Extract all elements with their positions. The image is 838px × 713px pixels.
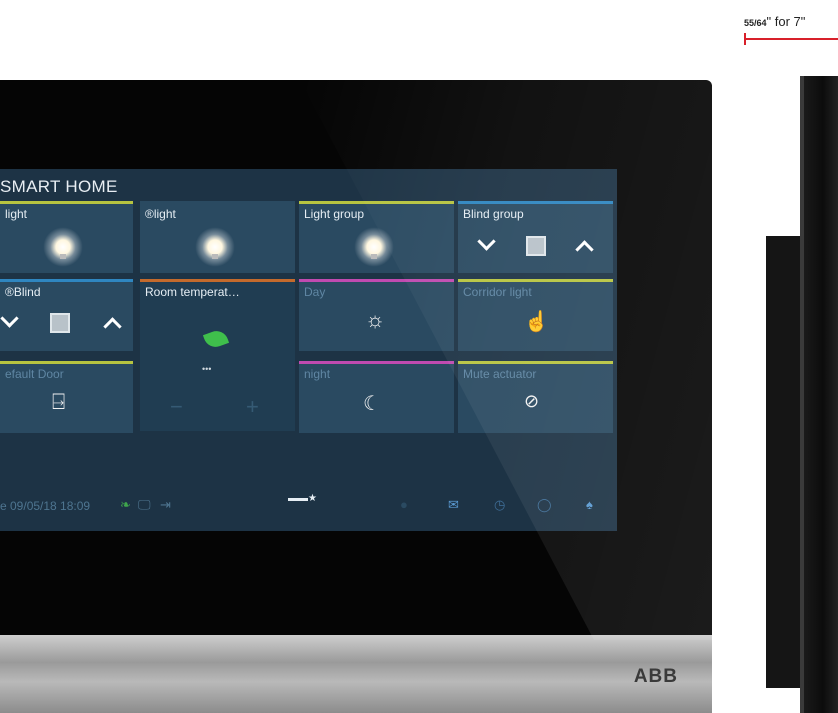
minus-button[interactable]: − — [170, 394, 183, 420]
login-icon[interactable]: ⇥ — [160, 497, 171, 513]
tile-bar — [0, 361, 133, 364]
tile-bar — [299, 201, 454, 204]
touch-panel-device: SMART HOME light ®light Light group Blin… — [0, 80, 712, 713]
dimension-fraction: 55/64 — [744, 18, 767, 28]
tile-light[interactable]: light — [0, 201, 133, 273]
side-profile-edge — [800, 76, 804, 713]
steel-bezel — [0, 635, 712, 713]
dimension-line — [744, 38, 838, 40]
mail-icon[interactable]: ✉ — [448, 497, 459, 513]
page-indicator[interactable]: ▬▬★ — [288, 493, 317, 504]
tile-blind-group[interactable]: Blind group — [458, 201, 613, 273]
tile-label: Room temperat… — [145, 285, 240, 299]
tile-bar — [458, 279, 613, 282]
tile-bar — [0, 279, 133, 282]
dimension-label: 55/64" for 7" — [744, 14, 805, 29]
tile-mute-actuator[interactable]: Mute actuator ⊘ — [458, 361, 613, 433]
tile-r-light[interactable]: ®light — [140, 201, 295, 273]
monitor-icon[interactable]: 🖵 — [138, 497, 151, 513]
bulb-icon — [43, 227, 83, 267]
dimension-suffix: " for 7" — [766, 14, 806, 29]
tile-bar — [140, 201, 295, 204]
chat-icon[interactable]: ◯ — [537, 497, 552, 513]
moon-icon: ☾ — [363, 393, 381, 415]
tile-room-temperature[interactable]: Room temperat… ••• − + — [140, 279, 295, 431]
tile-bar — [458, 201, 613, 204]
sun-icon: ☼ — [365, 307, 386, 332]
hand-light-icon: ☝ — [524, 311, 549, 333]
tile-r-blind[interactable]: ®Blind — [0, 279, 133, 351]
tile-bar — [140, 279, 295, 282]
side-profile-back — [800, 76, 838, 713]
blind-icon — [50, 313, 70, 333]
mute-icon: ⊘ — [524, 391, 540, 411]
tile-bar — [0, 201, 133, 204]
clock-icon[interactable]: ◷ — [494, 497, 505, 513]
leaf-status-icon: ❧ — [120, 497, 131, 512]
tile-label: light — [5, 207, 28, 221]
tile-light-group[interactable]: Light group — [299, 201, 454, 273]
tile-corridor-light[interactable]: Corridor light ☝ — [458, 279, 613, 351]
smart-home-screen: SMART HOME light ®light Light group Blin… — [0, 169, 617, 531]
tile-day[interactable]: Day ☼ — [299, 279, 454, 351]
screen-title: SMART HOME — [0, 177, 118, 196]
tile-bar — [299, 361, 454, 364]
plus-button[interactable]: + — [246, 394, 259, 420]
tile-label: Light group — [304, 207, 365, 221]
bell-icon[interactable]: ♠ — [586, 497, 593, 512]
chevron-up-icon[interactable] — [575, 240, 594, 259]
tile-default-door[interactable]: efault Door ⍈ — [0, 361, 133, 433]
blind-icon — [526, 236, 546, 256]
bulb-icon — [195, 227, 235, 267]
chevron-down-icon[interactable] — [0, 309, 19, 328]
tile-label: efault Door — [5, 367, 64, 381]
status-bar: e 09/05/18 18:09 ❧ 🖵 ⇥ ▬▬★ ● ✉ ◷ ◯ ♠ — [0, 493, 617, 517]
bulb-group-icon — [354, 227, 394, 267]
more-dots-icon: ••• — [202, 364, 212, 374]
tile-label: night — [304, 367, 331, 381]
tile-label: Day — [304, 285, 326, 299]
tile-label: Corridor light — [463, 285, 532, 299]
tile-label: ®light — [145, 207, 176, 221]
door-icon: ⍈ — [52, 389, 66, 414]
tile-bar — [299, 279, 454, 282]
chevron-down-icon[interactable] — [477, 232, 496, 251]
tile-label: Blind group — [463, 207, 524, 221]
leaf-icon — [202, 327, 230, 351]
circle-icon[interactable]: ● — [400, 497, 408, 512]
tile-label: ®Blind — [5, 285, 41, 299]
tile-label: Mute actuator — [463, 367, 537, 381]
tile-night[interactable]: night ☾ — [299, 361, 454, 433]
abb-logo: ABB — [633, 666, 678, 687]
tile-bar — [458, 361, 613, 364]
status-datetime: e 09/05/18 18:09 — [0, 499, 91, 513]
chevron-up-icon[interactable] — [103, 317, 122, 336]
